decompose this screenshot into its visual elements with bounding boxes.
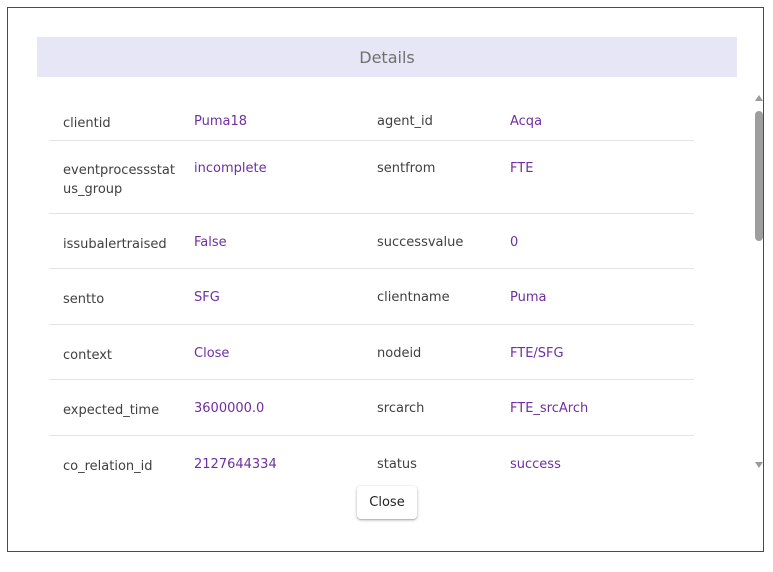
field-value: Acqa [510, 114, 543, 129]
details-dialog: Details clientid Puma18 agent_id Acqa ev… [7, 7, 764, 552]
detail-row: eventprocessstat us_group incomplete sen… [49, 141, 694, 214]
field-value: 0 [510, 235, 519, 250]
field-key: clientname [377, 290, 450, 305]
field-key: sentfrom [377, 161, 436, 176]
scroll-down-arrow-icon[interactable] [755, 462, 763, 468]
field-value: Puma18 [194, 114, 248, 129]
close-button[interactable]: Close [357, 486, 417, 519]
field-value: FTE/SFG [510, 346, 564, 361]
field-key: context [63, 348, 112, 363]
field-value: 3600000.0 [194, 401, 265, 416]
details-table: clientid Puma18 agent_id Acqa eventproce… [49, 86, 694, 480]
scrollbar-thumb[interactable] [755, 111, 763, 241]
vertical-scrollbar[interactable] [753, 95, 765, 468]
field-key: successvalue [377, 235, 464, 250]
field-value: FTE [510, 161, 534, 176]
field-key: expected_time [63, 403, 160, 418]
field-key: clientid [63, 116, 111, 131]
field-key: nodeid [377, 346, 422, 361]
field-value: SFG [194, 290, 220, 305]
detail-row: co_relation_id 2127644334 status success [49, 436, 694, 480]
detail-row: sentto SFG clientname Puma [49, 269, 694, 325]
detail-row: issubalertraised False successvalue 0 [49, 214, 694, 269]
field-value: incomplete [194, 161, 267, 176]
detail-row: clientid Puma18 agent_id Acqa [49, 86, 694, 141]
field-key: agent_id [377, 114, 433, 129]
dialog-title: Details [359, 47, 415, 67]
field-value: Puma [510, 290, 547, 305]
detail-row: context Close nodeid FTE/SFG [49, 325, 694, 380]
field-value: 2127644334 [194, 457, 277, 472]
field-key: issubalertraised [63, 237, 167, 252]
dialog-header: Details [37, 37, 737, 77]
scroll-up-arrow-icon[interactable] [755, 95, 763, 101]
field-key: co_relation_id [63, 459, 153, 474]
field-value: False [194, 235, 227, 250]
field-key: eventprocessstat us_group [63, 163, 175, 197]
field-value: FTE_srcArch [510, 401, 589, 416]
field-key: status [377, 457, 417, 472]
field-key: srcarch [377, 401, 425, 416]
field-value: success [510, 457, 561, 472]
field-value: Close [194, 346, 230, 361]
detail-row: expected_time 3600000.0 srcarch FTE_srcA… [49, 380, 694, 436]
field-key: sentto [63, 292, 105, 307]
